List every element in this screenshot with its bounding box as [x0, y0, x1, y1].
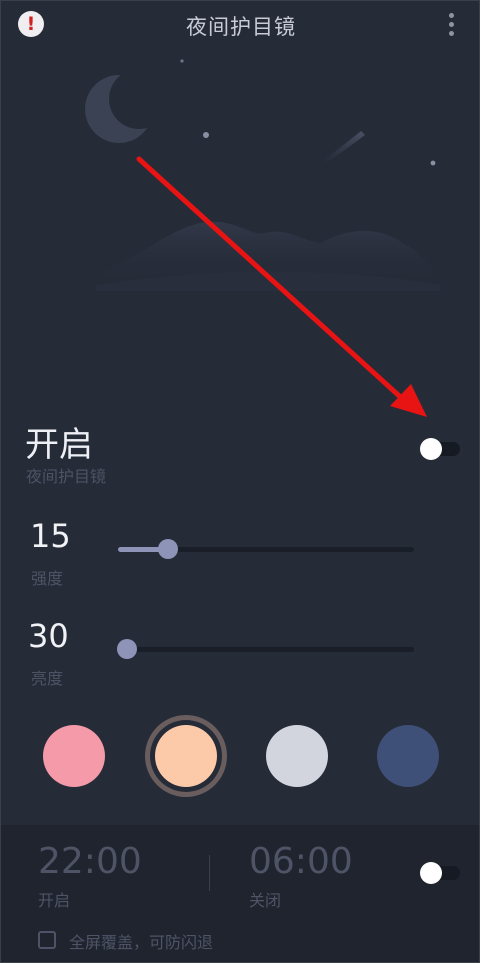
end-time-label: 关闭: [249, 891, 282, 910]
color-swatch-pink[interactable]: [43, 725, 105, 787]
schedule-panel: 22:00 开启 06:00 关闭 全屏覆盖，可防闪退: [1, 825, 479, 962]
toggle-knob: [420, 438, 442, 460]
color-swatch-peach[interactable]: [155, 725, 217, 787]
start-time-label: 开启: [38, 891, 71, 910]
night-sky-illustration: [85, 59, 441, 291]
brightness-value: 30: [28, 617, 69, 655]
slider-rail: [118, 647, 414, 652]
intensity-value: 15: [30, 517, 71, 555]
schedule-toggle[interactable]: [420, 862, 460, 884]
color-swatch-navy[interactable]: [377, 725, 439, 787]
toggle-knob: [420, 862, 442, 884]
fullscreen-checkbox[interactable]: [38, 931, 56, 949]
more-vertical-icon[interactable]: [445, 13, 457, 39]
brightness-label: 亮度: [31, 669, 64, 688]
fullscreen-label: 全屏覆盖，可防闪退: [69, 933, 214, 952]
color-swatch-light-gray[interactable]: [266, 725, 328, 787]
slider-thumb[interactable]: [116, 639, 137, 659]
app-screen: ! 夜间护目镜 开启 夜间护目镜 15 强度 30 亮度 22:00 开启 06…: [0, 0, 480, 963]
meteor-icon: [323, 131, 365, 163]
night-mode-subtitle: 夜间护目镜: [26, 467, 107, 486]
header-bar: ! 夜间护目镜: [1, 1, 479, 47]
page-title: 夜间护目镜: [186, 15, 296, 39]
night-mode-toggle[interactable]: [420, 438, 460, 460]
slider-thumb[interactable]: [158, 539, 179, 559]
star-icon: [180, 59, 184, 63]
brightness-slider[interactable]: [116, 638, 414, 660]
star-icon: [203, 132, 209, 138]
intensity-slider[interactable]: [118, 538, 414, 560]
moon-icon: [85, 69, 169, 143]
star-icon: [430, 160, 436, 166]
end-time[interactable]: 06:00: [249, 841, 353, 882]
intensity-label: 强度: [31, 569, 64, 588]
start-time[interactable]: 22:00: [38, 841, 142, 882]
night-mode-title: 开启: [25, 425, 93, 465]
time-divider: [209, 855, 210, 891]
